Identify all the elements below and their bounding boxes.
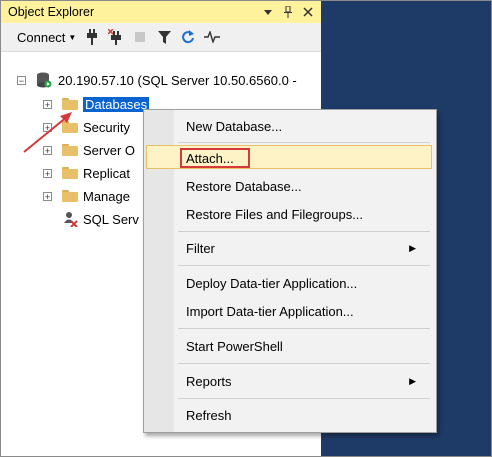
menu-item-label: Start PowerShell [186, 338, 283, 354]
menu-item-label: Attach... [186, 150, 234, 166]
tree-label-management: Manage [83, 188, 130, 204]
server-icon [36, 72, 52, 88]
menu-separator [178, 231, 430, 232]
chevron-down-icon: ▼ [68, 32, 77, 42]
submenu-arrow-icon: ▶ [409, 242, 416, 253]
menu-separator [178, 142, 430, 143]
stop-icon[interactable] [132, 29, 148, 45]
folder-icon [62, 190, 78, 202]
dropdown-icon[interactable] [262, 6, 274, 18]
menu-item-new-database[interactable]: New Database... [186, 115, 416, 137]
tree-label-replication: Replicat [83, 165, 130, 181]
menu-separator [178, 328, 430, 329]
connect-plug-icon[interactable] [84, 29, 100, 45]
object-explorer-toolbar: Connect ▼ [1, 23, 321, 52]
tree-row-sql-server-agent[interactable]: SQL Serv [62, 209, 139, 229]
folder-icon [62, 167, 78, 179]
object-explorer-titlebar: Object Explorer [1, 1, 321, 23]
tree-row-replication[interactable]: + Replicat [43, 163, 130, 183]
menu-item-label: New Database... [186, 118, 283, 134]
panel-title: Object Explorer [8, 5, 95, 19]
tree-label-server-objects: Server O [83, 142, 136, 158]
tree-label-security: Security [83, 119, 130, 135]
menu-separator [178, 363, 430, 364]
refresh-icon[interactable] [180, 29, 196, 45]
menu-item-label: Restore Database... [186, 178, 302, 194]
connect-button[interactable]: Connect ▼ [17, 30, 76, 45]
tree-label-sql-server-agent: SQL Serv [83, 211, 139, 227]
close-icon[interactable] [302, 6, 314, 18]
menu-item-restore-database[interactable]: Restore Database... [186, 175, 416, 197]
expand-icon[interactable]: + [43, 191, 52, 201]
activity-monitor-icon[interactable] [204, 29, 221, 45]
menu-item-label: Import Data-tier Application... [186, 303, 354, 319]
context-menu: New Database... Attach... Restore Databa… [143, 109, 437, 433]
menu-item-restore-files[interactable]: Restore Files and Filegroups... [186, 203, 416, 225]
menu-item-refresh[interactable]: Refresh [186, 404, 416, 426]
menu-separator [178, 265, 430, 266]
menu-item-reports[interactable]: Reports ▶ [186, 370, 416, 392]
server-label: 20.190.57.10 (SQL Server 10.50.6560.0 - [58, 72, 297, 88]
tree-row-server[interactable]: − 20.190.57.10 (SQL Server 10.50.6560.0 … [17, 70, 297, 90]
tree-row-management[interactable]: + Manage [43, 186, 130, 206]
menu-item-deploy-data-tier[interactable]: Deploy Data-tier Application... [186, 272, 416, 294]
menu-item-label: Deploy Data-tier Application... [186, 275, 358, 291]
menu-item-filter[interactable]: Filter ▶ [186, 237, 416, 259]
menu-item-label: Filter [186, 240, 215, 256]
submenu-arrow-icon: ▶ [409, 375, 416, 386]
disconnect-icon[interactable] [108, 29, 124, 45]
menu-item-label: Refresh [186, 407, 232, 423]
filter-icon[interactable] [156, 29, 172, 45]
sql-agent-icon [62, 211, 78, 227]
menu-item-label: Restore Files and Filegroups... [186, 206, 364, 222]
menu-item-start-powershell[interactable]: Start PowerShell [186, 335, 416, 357]
menu-separator [178, 398, 430, 399]
pin-icon[interactable] [282, 6, 294, 18]
menu-item-label: Reports [186, 373, 232, 389]
menu-item-import-data-tier[interactable]: Import Data-tier Application... [186, 300, 416, 322]
connect-label: Connect [17, 29, 66, 45]
annotation-arrow [23, 112, 72, 153]
tree-label-databases: Databases [83, 96, 150, 112]
collapse-icon[interactable]: − [17, 75, 26, 85]
menu-item-attach[interactable]: Attach... [186, 147, 416, 169]
expand-icon[interactable]: + [43, 168, 52, 178]
